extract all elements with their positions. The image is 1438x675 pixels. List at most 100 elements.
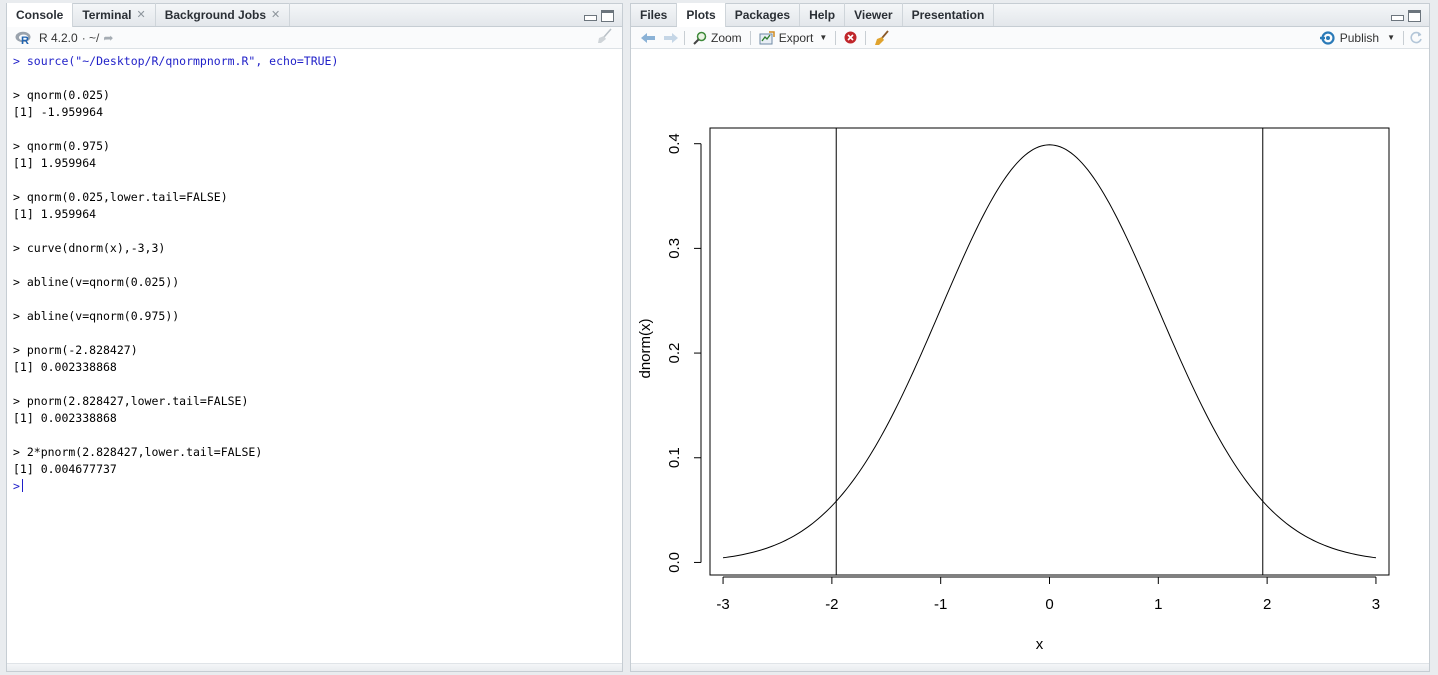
svg-text:R: R [21, 35, 29, 45]
tab-files[interactable]: Files [631, 3, 678, 26]
tab-help[interactable]: Help [800, 3, 846, 26]
text-cursor [21, 479, 23, 492]
tab-label: Files [640, 7, 668, 22]
y-tick-label: 0.3 [666, 238, 683, 259]
toolbar-separator [1403, 30, 1404, 45]
broom-icon [875, 29, 889, 45]
arrow-left-icon [641, 32, 655, 43]
minimize-pane-button[interactable] [1391, 15, 1404, 21]
y-axis-label: dnorm(x) [637, 318, 654, 378]
chevron-down-icon: ▼ [1387, 33, 1395, 42]
working-directory[interactable]: · ~/ [82, 31, 100, 45]
minimize-pane-button[interactable] [584, 15, 597, 21]
console-line: > qnorm(0.025) [13, 88, 110, 102]
console-line: > qnorm(0.975) [13, 139, 110, 153]
console-tabbar: Console Terminal ✕ Background Jobs ✕ [7, 3, 622, 27]
close-icon[interactable]: ✕ [271, 8, 280, 21]
toolbar-separator [835, 30, 837, 45]
plot-viewport: -3 -2 -1 0 1 2 3 0.0 0.1 0.2 0.3 0.4 x dnorm(x) [631, 50, 1429, 671]
console-line: [1] 0.002338868 [13, 411, 117, 425]
refresh-icon [1410, 31, 1422, 43]
clear-console-icon[interactable] [596, 28, 614, 47]
x-tick-label: 2 [1263, 596, 1271, 613]
tab-label: Console [16, 8, 64, 22]
goto-directory-icon[interactable]: ➦ [103, 31, 113, 45]
console-prompt[interactable]: > [13, 478, 616, 495]
close-icon[interactable]: ✕ [136, 8, 145, 21]
density-plot: -3 -2 -1 0 1 2 3 0.0 0.1 0.2 0.3 0.4 x dnorm(x) [637, 127, 1390, 653]
y-tick-label: 0.2 [666, 343, 683, 364]
density-curve [722, 144, 1377, 559]
console-line: [1] 0.004677737 [13, 462, 117, 476]
console-line: > pnorm(2.828427,lower.tail=FALSE) [13, 394, 249, 408]
x-tick-label: 0 [1045, 596, 1053, 613]
zoom-icon [693, 31, 707, 45]
next-plot-button[interactable] [661, 29, 681, 47]
console-line: > curve(dnorm(x),-3,3) [13, 241, 166, 255]
zoom-button[interactable]: Zoom [688, 29, 747, 47]
chevron-down-icon: ▼ [819, 33, 828, 42]
console-pane: Console Terminal ✕ Background Jobs ✕ R R 4… [6, 3, 623, 672]
plots-tabbar: Files Plots Packages Help Viewer Present… [631, 3, 1429, 27]
r-version-label: R 4.2.0 [39, 30, 78, 45]
console-line: > pnorm(-2.828427) [13, 343, 138, 357]
tab-label: Plots [686, 8, 716, 22]
tab-packages[interactable]: Packages [726, 3, 801, 26]
refresh-plot-button[interactable] [1407, 29, 1425, 47]
console-line: > 2*pnorm(2.828427,lower.tail=FALSE) [13, 445, 263, 459]
x-tick-label: -1 [934, 596, 947, 613]
console-line: > qnorm(0.025,lower.tail=FALSE) [13, 190, 228, 204]
toolbar-separator [749, 30, 751, 45]
tab-viewer[interactable]: Viewer [845, 3, 903, 26]
console-toolbar: R R 4.2.0 · ~/ ➦ [7, 27, 622, 49]
tab-background-jobs[interactable]: Background Jobs ✕ [156, 3, 291, 26]
previous-plot-button[interactable] [635, 29, 661, 47]
remove-plot-button[interactable] [839, 29, 862, 47]
console-line: > source("~/Desktop/R/qnormpnorm.R", ech… [13, 54, 339, 68]
plots-toolbar: Zoom Export ▼ Publish ▼ [631, 27, 1429, 49]
x-tick-label: -2 [825, 596, 838, 613]
export-icon [759, 30, 775, 44]
pane-bottom-edge [7, 663, 622, 671]
tab-terminal[interactable]: Terminal ✕ [73, 3, 156, 26]
publish-button[interactable]: Publish ▼ [1315, 29, 1400, 47]
tab-plots[interactable]: Plots [677, 3, 726, 27]
console-line: > abline(v=qnorm(0.025)) [13, 275, 180, 289]
arrow-right-icon [664, 32, 678, 43]
tab-console[interactable]: Console [7, 3, 74, 27]
console-line: > abline(v=qnorm(0.975)) [13, 309, 180, 323]
console-line: [1] 1.959964 [13, 207, 97, 221]
remove-icon [844, 31, 857, 44]
export-button[interactable]: Export ▼ [754, 29, 833, 47]
tab-presentation[interactable]: Presentation [903, 3, 995, 26]
x-tick-label: -3 [716, 596, 729, 613]
console-line: [1] 0.002338868 [13, 360, 117, 374]
console-output[interactable]: > source("~/Desktop/R/qnormpnorm.R", ech… [7, 49, 622, 499]
y-tick-label: 0.0 [666, 552, 683, 573]
y-tick-label: 0.1 [666, 447, 683, 468]
tab-label: Presentation [911, 7, 985, 22]
clear-plots-button[interactable] [869, 29, 895, 47]
x-tick-label: 3 [1372, 596, 1380, 613]
pane-bottom-edge [631, 663, 1429, 671]
publish-label: Publish [1339, 30, 1380, 45]
tab-label: Terminal [82, 7, 132, 22]
plots-pane: Files Plots Packages Help Viewer Present… [630, 3, 1430, 672]
toolbar-separator [865, 30, 867, 45]
maximize-pane-button[interactable] [601, 10, 614, 22]
tab-label: Background Jobs [164, 7, 267, 22]
maximize-pane-button[interactable] [1408, 10, 1421, 22]
tab-label: Help [809, 7, 836, 22]
plot-frame [709, 127, 1390, 576]
zoom-label: Zoom [711, 30, 742, 45]
export-label: Export [778, 30, 814, 45]
publish-icon [1319, 30, 1335, 45]
